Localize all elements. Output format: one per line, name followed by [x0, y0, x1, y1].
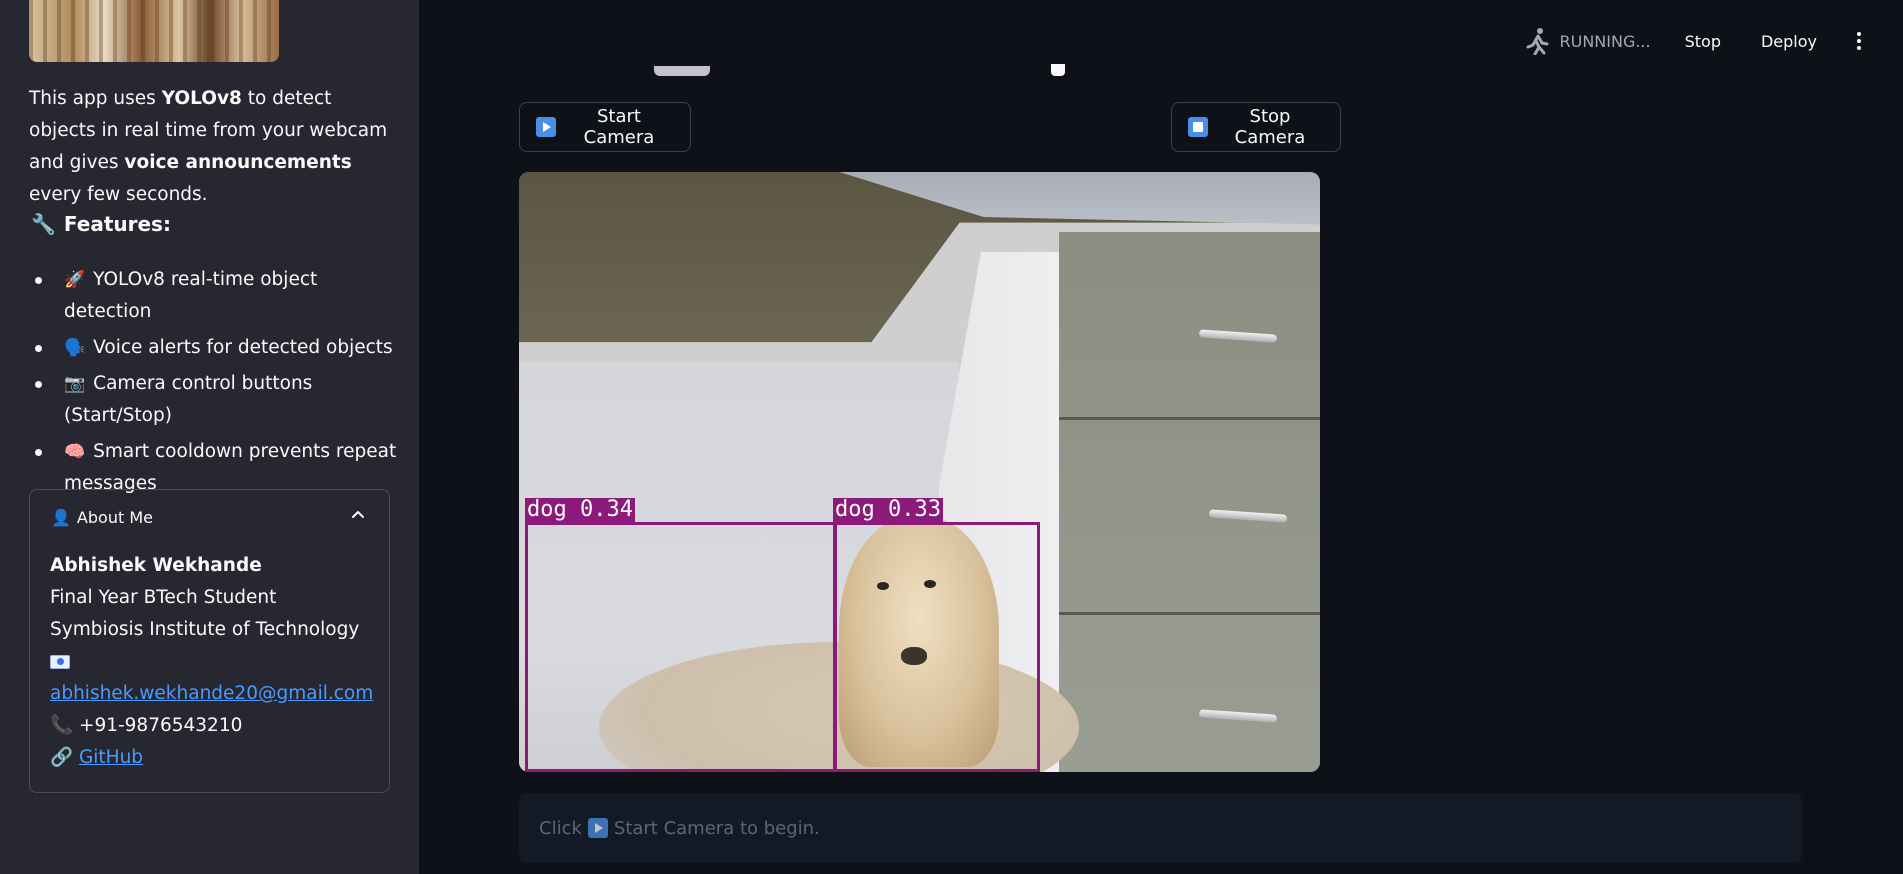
list-item: 🗣️ Voice alerts for detected objects [29, 332, 399, 364]
email-icon [50, 655, 70, 669]
play-icon [587, 818, 608, 838]
title-text-fragment [1051, 64, 1065, 76]
list-item: 🚀 YOLOv8 real-time object detection [29, 264, 399, 328]
phone-number: +91-9876543210 [78, 715, 243, 736]
features-heading: 🔧 Features: [31, 212, 171, 236]
link-icon: 🔗 [50, 747, 74, 768]
title-emoji-fragment [654, 66, 710, 76]
running-man-icon [1526, 28, 1549, 55]
info-message: Click Start Camera to begin. [519, 793, 1802, 863]
author-role: Final Year BTech Student [50, 587, 277, 608]
detection-box [525, 522, 837, 772]
user-icon: 👤 [51, 508, 71, 527]
stop-button[interactable]: Stop [1677, 28, 1729, 55]
detection-label: dog 0.34 [525, 497, 635, 522]
about-me-body: Abhishek Wekhande Final Year BTech Stude… [50, 550, 373, 774]
detection-label: dog 0.33 [833, 497, 943, 522]
phone-row: 📞 +91-9876543210 [50, 710, 373, 742]
github-row: 🔗 GitHub [50, 742, 373, 774]
main-content: RUNNING... Stop Deploy Start Camera Stop… [419, 0, 1903, 874]
camera-icon: 📷 [64, 374, 86, 394]
play-icon [536, 117, 556, 137]
stop-camera-button[interactable]: Stop Camera [1171, 102, 1341, 152]
brain-icon: 🧠 [64, 442, 86, 462]
top-toolbar: RUNNING... Stop Deploy [1525, 24, 1903, 58]
start-camera-button[interactable]: Start Camera [519, 102, 691, 152]
list-item: 📷 Camera control buttons (Start/Stop) [29, 368, 399, 432]
webcam-feed: dog 0.34 dog 0.33 [519, 172, 1320, 772]
detection-box [833, 522, 1040, 772]
wrench-icon: 🔧 [31, 212, 56, 236]
more-menu-icon[interactable] [1849, 29, 1869, 53]
features-list: 🚀 YOLOv8 real-time object detection 🗣️ Voi… [29, 264, 399, 504]
sidebar: This app uses YOLOv8 to detect objects i… [0, 0, 419, 874]
author-name: Abhishek Wekhande [50, 555, 262, 576]
chevron-up-icon[interactable] [349, 506, 367, 524]
rocket-icon: 🚀 [64, 270, 86, 290]
email-link[interactable]: abhishek.wekhande20@gmail.com [50, 683, 373, 704]
intro-text: This app uses YOLOv8 to detect objects i… [29, 88, 388, 205]
author-institute: Symbiosis Institute of Technology [50, 619, 360, 640]
github-link[interactable]: GitHub [79, 747, 143, 768]
phone-icon: 📞 [50, 715, 74, 736]
about-me-expander: 👤 About Me Abhishek Wekhande Final Year … [29, 489, 390, 793]
running-status: RUNNING... [1525, 27, 1651, 55]
sidebar-banner-image [29, 0, 279, 62]
about-me-header[interactable]: 👤 About Me [51, 508, 153, 527]
about-me-title: About Me [76, 508, 153, 527]
deploy-button[interactable]: Deploy [1753, 28, 1825, 55]
stop-square-icon [1188, 117, 1208, 137]
speaking-head-icon: 🗣️ [64, 338, 86, 358]
